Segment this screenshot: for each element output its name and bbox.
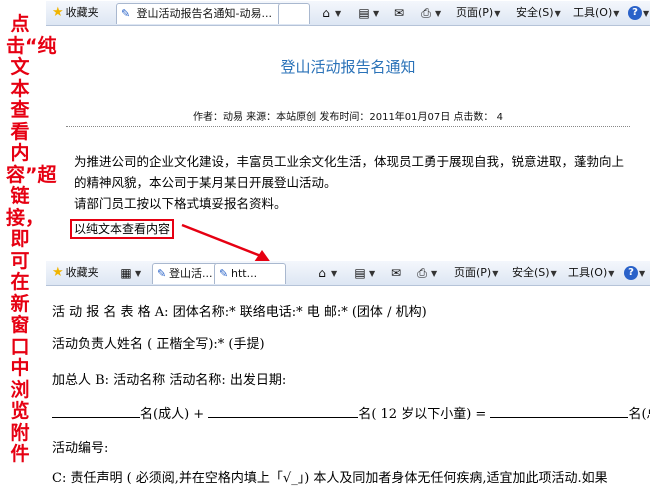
feeds-icon: ▤ (354, 266, 366, 280)
mail-icon: ✉ (390, 266, 402, 280)
blank-field (490, 404, 629, 418)
star-icon: ★ (52, 5, 64, 20)
mail-button[interactable]: ✉ (388, 264, 404, 282)
print-icon: ⎙ (421, 6, 431, 20)
home-button[interactable]: ⌂ ▼ (318, 4, 341, 22)
blank-field (52, 404, 140, 418)
article-body: 为推进公司的企业文化建设，丰富员工业余文化生活，体现员工勇于展现自我，锐意进取，… (74, 151, 628, 214)
menu-tools[interactable]: 工具(O)▼ (573, 4, 619, 22)
text-line: 活 动 报 名 表 格 A: 团体名称:* 联络电话:* 电 邮:* (团体 /… (52, 305, 427, 320)
article-meta: 作者：动易 来源：本站原创 发布时间：2011年01月07日 点击数： 4 (193, 112, 503, 123)
divider (66, 126, 630, 127)
help-icon: ? (628, 6, 642, 20)
print-button[interactable]: ⎙ ▼ (414, 264, 437, 282)
feeds-button[interactable]: ▤ ▼ (356, 4, 379, 22)
article-page: 登山活动报告名通知 作者：动易 来源：本站原创 发布时间：2011年01月07日… (46, 26, 650, 254)
ie-page-icon: ✎ (219, 267, 229, 280)
mail-icon: ✉ (393, 6, 405, 20)
plain-text-link[interactable]: 以纯文本查看内容 (70, 219, 175, 239)
plain-text-page: 活 动 报 名 表 格 A: 团体名称:* 联络电话:* 电 邮:* (团体 /… (46, 287, 650, 486)
annotation-sidebar: 点击“纯文本查看内容”超链接，即可在新窗口中浏览附件 (0, 0, 57, 484)
menu-page[interactable]: 页面(P)▼ (454, 264, 498, 282)
text-line: 加总人 B: 活动名称 活动名称: 出发日期: (52, 373, 287, 388)
article-paragraph: 为推进公司的企业文化建设，丰富员工业余文化生活，体现员工勇于展现自我，锐意进取，… (74, 154, 625, 190)
print-button[interactable]: ⎙ ▼ (418, 4, 441, 22)
tab-plain-text[interactable]: ✎ htt... (214, 263, 286, 284)
favorites-button[interactable]: ★ 收藏夹 (52, 4, 99, 22)
star-icon: ★ (52, 265, 64, 280)
quick-tabs-icon: ▦ (120, 266, 132, 280)
help-button[interactable]: ? ▼ (628, 4, 649, 22)
tab-article[interactable]: ✎ 登山活... (152, 263, 218, 284)
new-tab-button[interactable] (278, 3, 310, 24)
print-icon: ⎙ (417, 266, 427, 280)
blank-field (208, 404, 359, 418)
ie-page-icon: ✎ (121, 7, 131, 20)
menu-page[interactable]: 页面(P)▼ (456, 4, 500, 22)
help-icon: ? (624, 266, 638, 280)
help-button[interactable]: ? ▼ (624, 264, 645, 282)
favorites-button[interactable]: ★ 收藏夹 (52, 264, 99, 282)
headcount-line: 名(成人) + 名( 12 岁以下小童) = 名(总人) (52, 403, 650, 422)
article-title: 登山活动报告名通知 (280, 58, 416, 76)
annotation-text: 点击“纯文本查看内容”超链接，即可在新窗口中浏览附件 (6, 13, 57, 465)
feeds-button[interactable]: ▤ ▼ (352, 264, 375, 282)
text-line: 活动编号: (52, 441, 109, 456)
quick-tabs-button[interactable]: ▦ ▼ (118, 264, 141, 282)
mail-button[interactable]: ✉ (391, 4, 407, 22)
tab-current[interactable]: ✎ 登山活动报告名通知-动易... (116, 3, 282, 24)
text-line: 活动负责人姓名 ( 正楷全写):* (手提) (52, 337, 265, 352)
article-paragraph: 请部门员工按以下格式填妥报名资料。 (74, 196, 287, 211)
menu-tools[interactable]: 工具(O)▼ (568, 264, 614, 282)
home-icon: ⌂ (318, 266, 326, 280)
text-line: C: 责任声明 ( 必须阅,并在空格内填上「√_」) 本人及同加者身体无任何疾病… (52, 471, 608, 486)
menu-safety[interactable]: 安全(S)▼ (516, 4, 561, 22)
browser-toolbar-top: ★ 收藏夹 ✎ 登山活动报告名通知-动易... ⌂ ▼ ▤ ▼ ✉ ⎙ ▼ 页面(P)▼… (46, 1, 650, 26)
home-button[interactable]: ⌂ ▼ (314, 264, 337, 282)
ie-page-icon: ✎ (157, 267, 167, 280)
feeds-icon: ▤ (358, 6, 370, 20)
home-icon: ⌂ (322, 6, 330, 20)
menu-safety[interactable]: 安全(S)▼ (512, 264, 557, 282)
browser-toolbar-bottom: ★ 收藏夹 ▦ ▼ ✎ 登山活... ✎ htt... ⌂ ▼ ▤ ▼ ✉ ⎙ ▼ 页面(P)… (46, 261, 650, 286)
